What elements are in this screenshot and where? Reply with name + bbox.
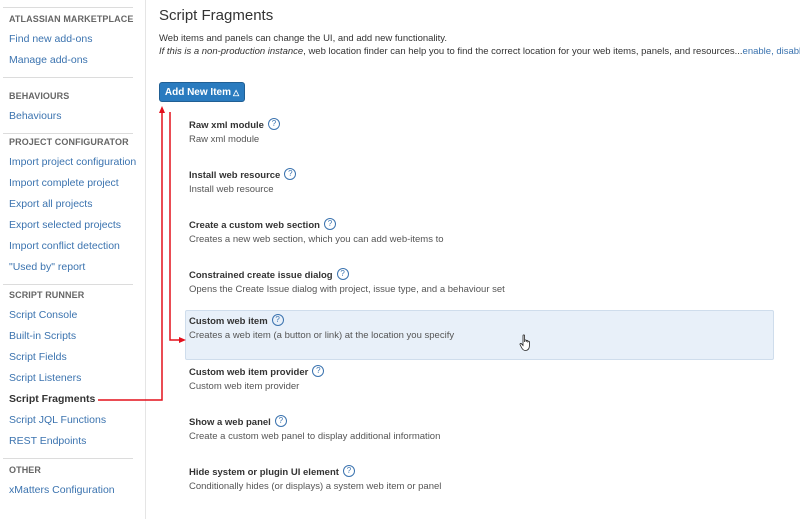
sidebar-item-behaviours[interactable]: Behaviours xyxy=(0,106,145,127)
item-title: Constrained create issue dialog? xyxy=(189,268,774,283)
item-title: Raw xml module? xyxy=(189,118,774,133)
item-title-text: Raw xml module xyxy=(189,120,264,131)
sidebar-section-other: OTHER xMatters Configuration xyxy=(0,461,145,501)
item-description: Install web resource xyxy=(189,184,274,195)
sidebar-item-import-project-configuration[interactable]: Import project configuration xyxy=(0,152,145,173)
description-text: , web location finder can help you to fi… xyxy=(303,46,743,57)
item-description: Opens the Create Issue dialog with proje… xyxy=(189,284,505,295)
list-item-install-web-resource[interactable]: Install web resource? Install web resour… xyxy=(185,160,774,210)
sidebar-item-used-by-report[interactable]: "Used by" report xyxy=(0,257,145,278)
item-description: Raw xml module xyxy=(189,134,260,145)
item-title-text: Create a custom web section xyxy=(189,220,320,231)
sidebar-heading: SCRIPT RUNNER xyxy=(9,290,85,300)
page-title: Script Fragments xyxy=(159,7,274,24)
divider xyxy=(3,77,133,78)
list-item-hide-ui-element[interactable]: Hide system or plugin UI element? Condit… xyxy=(185,460,774,510)
item-title-text: Show a web panel xyxy=(189,417,271,428)
description-line-1: Web items and panels can change the UI, … xyxy=(159,33,447,44)
list-item-constrained-create-issue-dialog[interactable]: Constrained create issue dialog? Opens t… xyxy=(185,260,774,310)
item-description: Creates a web item (a button or link) at… xyxy=(189,330,455,341)
divider xyxy=(3,458,133,459)
sidebar-section-script-runner: SCRIPT RUNNER Script Console Built-in Sc… xyxy=(0,286,145,459)
sidebar-item-script-fields[interactable]: Script Fields xyxy=(0,347,145,368)
description-line-2: If this is a non-production instance, we… xyxy=(159,46,800,57)
item-title: Custom web item? xyxy=(189,314,773,329)
list-item-custom-web-item[interactable]: Custom web item? Creates a web item (a b… xyxy=(185,310,774,360)
item-title: Hide system or plugin UI element? xyxy=(189,465,774,480)
disable-link[interactable]: disable xyxy=(776,46,800,57)
help-icon[interactable]: ? xyxy=(312,365,325,378)
item-title-text: Install web resource xyxy=(189,170,281,181)
item-description: Create a custom web panel to display add… xyxy=(189,431,441,442)
divider xyxy=(3,284,133,285)
item-title: Show a web panel? xyxy=(189,415,774,430)
item-description: Conditionally hides (or displays) a syst… xyxy=(189,481,442,492)
item-title-text: Custom web item xyxy=(189,316,268,327)
sidebar-item-script-console[interactable]: Script Console xyxy=(0,305,145,326)
item-title: Install web resource? xyxy=(189,168,774,183)
help-icon[interactable]: ? xyxy=(274,415,287,428)
item-description: Creates a new web section, which you can… xyxy=(189,234,444,245)
sidebar-item-manage-addons[interactable]: Manage add-ons xyxy=(0,50,145,71)
divider xyxy=(3,7,133,8)
help-icon[interactable]: ? xyxy=(336,268,349,281)
item-title: Custom web item provider? xyxy=(189,365,774,380)
item-description: Custom web item provider xyxy=(189,381,300,392)
add-new-item-label: Add New Item xyxy=(164,87,231,98)
sidebar-item-import-conflict-detection[interactable]: Import conflict detection xyxy=(0,236,145,257)
sidebar-section-marketplace: ATLASSIAN MARKETPLACE Find new add-ons M… xyxy=(0,10,145,78)
add-new-item-button[interactable]: Add New Item △ xyxy=(159,82,245,102)
sidebar-item-script-fragments[interactable]: Script Fragments xyxy=(0,389,145,410)
sidebar-item-export-selected-projects[interactable]: Export selected projects xyxy=(0,215,145,236)
hand-pointer-cursor-icon xyxy=(519,334,530,351)
sidebar-heading: OTHER xyxy=(9,465,41,475)
sidebar-item-rest-endpoints[interactable]: REST Endpoints xyxy=(0,431,145,452)
item-title-text: Hide system or plugin UI element xyxy=(189,467,339,478)
help-icon[interactable]: ? xyxy=(284,168,297,181)
sidebar-item-import-complete-project[interactable]: Import complete project xyxy=(0,173,145,194)
sidebar-heading: PROJECT CONFIGURATOR xyxy=(9,137,129,147)
sidebar-item-xmatters-configuration[interactable]: xMatters Configuration xyxy=(0,480,145,501)
chevron-double-up-icon: △ xyxy=(232,88,240,97)
enable-link[interactable]: enable xyxy=(743,46,772,57)
help-icon[interactable]: ? xyxy=(342,465,355,478)
item-title-text: Custom web item provider xyxy=(189,367,309,378)
item-list: Raw xml module? Raw xml module Install w… xyxy=(185,110,774,510)
help-icon[interactable]: ? xyxy=(267,118,280,131)
item-title: Create a custom web section? xyxy=(189,218,774,233)
sidebar-item-script-jql-functions[interactable]: Script JQL Functions xyxy=(0,410,145,431)
sidebar-heading: BEHAVIOURS xyxy=(9,91,70,101)
list-item-raw-xml-module[interactable]: Raw xml module? Raw xml module xyxy=(185,110,774,160)
list-item-custom-web-section[interactable]: Create a custom web section? Creates a n… xyxy=(185,210,774,260)
sidebar-section-project-configurator: PROJECT CONFIGURATOR Import project conf… xyxy=(0,133,145,285)
sidebar-section-behaviours: BEHAVIOURS Behaviours xyxy=(0,87,145,134)
help-icon[interactable]: ? xyxy=(271,314,284,327)
sidebar-item-script-listeners[interactable]: Script Listeners xyxy=(0,368,145,389)
description-italic: If this is a non-production instance xyxy=(159,46,304,57)
item-title-text: Constrained create issue dialog xyxy=(189,270,333,281)
sidebar: ATLASSIAN MARKETPLACE Find new add-ons M… xyxy=(0,0,146,519)
list-item-custom-web-item-provider[interactable]: Custom web item provider? Custom web ite… xyxy=(185,360,774,410)
list-item-show-web-panel[interactable]: Show a web panel? Create a custom web pa… xyxy=(185,410,774,460)
annotation-arrow-to-item xyxy=(169,112,186,343)
help-icon[interactable]: ? xyxy=(323,218,336,231)
sidebar-item-export-all-projects[interactable]: Export all projects xyxy=(0,194,145,215)
sidebar-item-find-new-addons[interactable]: Find new add-ons xyxy=(0,29,145,50)
sidebar-item-built-in-scripts[interactable]: Built-in Scripts xyxy=(0,326,145,347)
sidebar-heading: ATLASSIAN MARKETPLACE xyxy=(9,14,134,24)
